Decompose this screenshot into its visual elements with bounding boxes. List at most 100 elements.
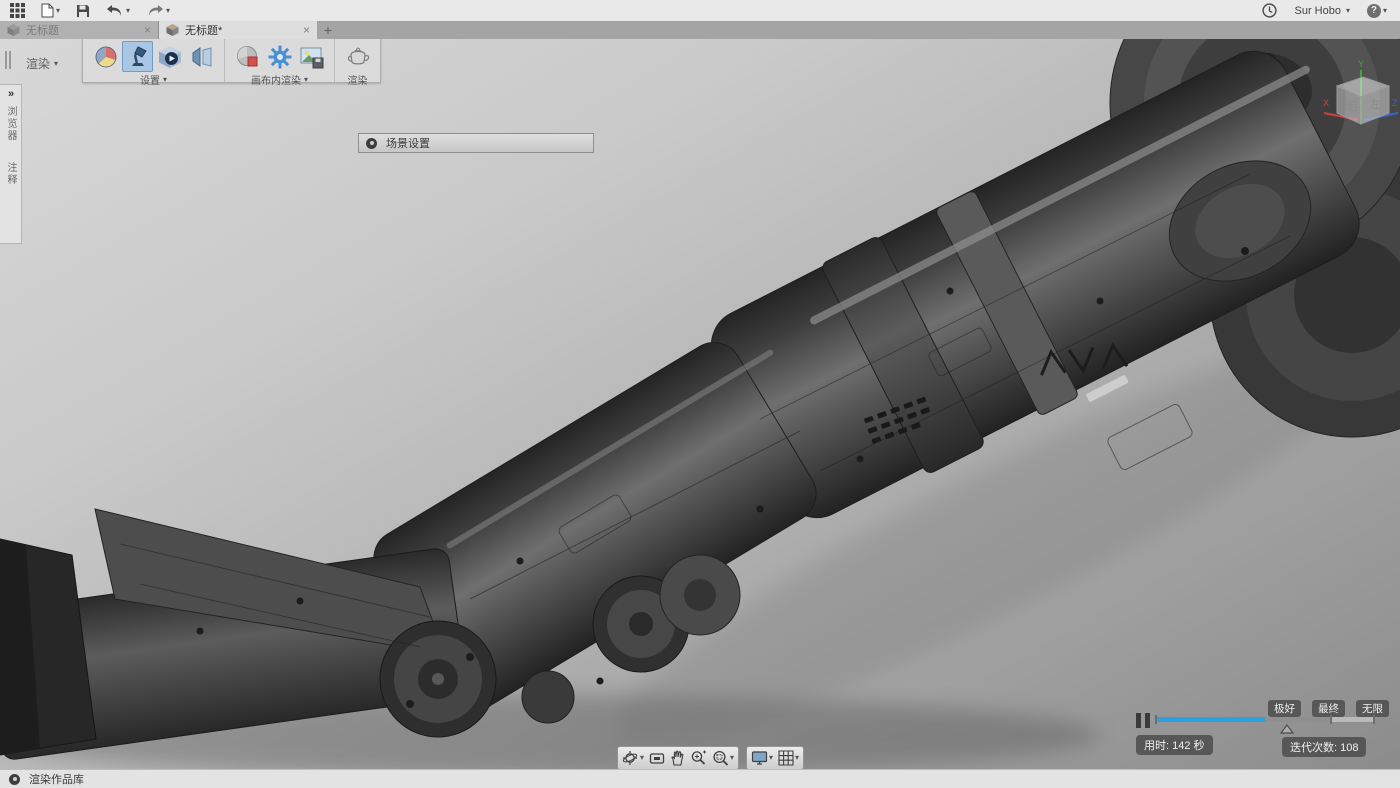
user-name: Sur Hobo	[1294, 5, 1340, 17]
help-caret-icon: ▾	[1383, 7, 1387, 15]
view-cube[interactable]: 后 左 Y X Z	[1322, 56, 1400, 134]
display-settings-button[interactable]: ▾	[750, 750, 774, 766]
display-settings-icon	[751, 750, 768, 766]
display-caret-icon: ▾	[769, 754, 773, 762]
viewcube-face-left: 左	[1370, 98, 1381, 111]
document-cube-icon	[7, 24, 20, 36]
expand-panel-icon[interactable]: »	[8, 88, 13, 100]
nav-panel-display: ▾ ▾	[746, 746, 804, 770]
render-canvas-robot-arm	[0, 39, 1400, 770]
zoom-window-icon	[712, 750, 729, 766]
application-bar: ▾ ▾ ▾ S	[0, 0, 1400, 22]
orbit-icon	[622, 750, 639, 766]
ribbon-group-settings: 设置 ▾	[83, 39, 224, 82]
orbit-caret-icon: ▾	[640, 754, 644, 762]
gear-icon	[268, 45, 292, 69]
app-grid-icon[interactable]	[7, 2, 28, 20]
document-tab-bar: 无标题 × 无标题* × +	[0, 21, 1400, 39]
texture-map-controls-button[interactable]	[186, 41, 217, 72]
capture-image-button[interactable]	[296, 41, 327, 72]
undo-caret-icon[interactable]: ▾	[126, 7, 130, 15]
ribbon-group-render: 渲染	[334, 39, 380, 82]
help-menu[interactable]: ? ▾	[1364, 2, 1390, 20]
decal-button[interactable]	[154, 41, 185, 72]
quality-badge-final[interactable]: 最终	[1312, 700, 1345, 717]
tab-close-icon[interactable]: ×	[303, 24, 310, 36]
tab-close-icon[interactable]: ×	[144, 24, 151, 36]
group-label-settings[interactable]: 设置 ▾	[140, 72, 167, 87]
ribbon-toolbar: 设置 ▾	[82, 39, 381, 83]
zoom-window-button[interactable]: ▾	[711, 750, 735, 766]
workspace-selector[interactable]: 渲染 ▾	[20, 53, 64, 74]
save-button[interactable]	[73, 2, 93, 20]
ribbon-grip-handle[interactable]	[5, 51, 11, 69]
gallery-expand-icon[interactable]	[9, 774, 20, 785]
comments-panel-tab[interactable]: 注释	[3, 162, 18, 186]
quality-badge-excellent[interactable]: 极好	[1268, 700, 1301, 717]
user-menu-caret-icon: ▾	[1346, 7, 1350, 15]
notifications-clock-icon[interactable]	[1259, 2, 1280, 20]
appearance-sphere-icon	[94, 45, 118, 69]
pan-hand-icon	[670, 750, 685, 766]
pan-button[interactable]	[669, 750, 686, 766]
render-progress-bar[interactable]	[1155, 717, 1375, 722]
new-document-tab-button[interactable]: +	[317, 21, 339, 39]
scene-settings-lamp-icon	[126, 45, 150, 69]
workspace-label: 渲染	[26, 55, 50, 72]
browser-panel-tab[interactable]: 浏览器	[3, 106, 18, 142]
in-canvas-render-settings-button[interactable]	[264, 41, 295, 72]
zoom-window-caret-icon: ▾	[730, 754, 734, 762]
appearance-button[interactable]	[90, 41, 121, 72]
group-label-render[interactable]: 渲染	[348, 72, 368, 87]
collapsed-left-panel: » 浏览器 注释	[0, 84, 22, 244]
texture-flip-icon	[190, 45, 214, 69]
file-menu-caret-icon[interactable]: ▾	[56, 7, 60, 15]
gallery-title: 渲染作品库	[29, 771, 84, 787]
tab-title: 无标题	[26, 22, 59, 38]
user-account-menu[interactable]: Sur Hobo ▾	[1294, 5, 1350, 17]
quality-slider-marker[interactable]	[1280, 724, 1294, 734]
look-at-icon	[649, 751, 665, 766]
undo-button[interactable]: ▾	[103, 2, 133, 20]
group-caret-icon: ▾	[163, 76, 167, 84]
navigation-toolbar: ▾	[617, 746, 804, 770]
in-canvas-render-button[interactable]	[232, 41, 263, 72]
viewcube-axis-z: Z	[1392, 98, 1398, 108]
viewcube-face-back: 后	[1347, 100, 1358, 113]
decal-cube-icon	[158, 45, 182, 69]
look-at-button[interactable]	[648, 751, 666, 766]
redo-button[interactable]: ▾	[143, 2, 173, 20]
capture-image-icon	[300, 45, 324, 69]
tab-title: 无标题*	[185, 22, 222, 38]
render-region-icon	[236, 45, 260, 69]
help-icon: ?	[1367, 4, 1381, 18]
document-cube-icon	[166, 24, 179, 36]
grid-icon	[778, 750, 794, 766]
app-bar-right: Sur Hobo ▾ ? ▾	[1259, 2, 1400, 20]
zoom-button[interactable]	[689, 750, 708, 766]
nav-panel-main: ▾	[617, 746, 739, 770]
orbit-button[interactable]: ▾	[621, 750, 645, 766]
render-progress-buffer	[1265, 717, 1331, 722]
render-button[interactable]	[342, 41, 373, 72]
render-teapot-icon	[345, 45, 371, 69]
app-bar-left: ▾ ▾ ▾	[0, 2, 173, 20]
ribbon-group-in-canvas-render: 画布内渲染 ▾	[224, 39, 334, 82]
scene-settings-palette-header[interactable]: 场景设置	[358, 133, 594, 153]
viewcube-axis-y: Y	[1358, 59, 1364, 69]
group-label-in-canvas-render[interactable]: 画布内渲染 ▾	[251, 72, 308, 87]
rendering-gallery-bar[interactable]: 渲染作品库	[0, 769, 1400, 788]
group-caret-icon: ▾	[304, 76, 308, 84]
workspace-caret-icon: ▾	[54, 60, 58, 68]
grid-and-snaps-button[interactable]: ▾	[777, 750, 800, 766]
zoom-icon	[690, 750, 707, 766]
pause-render-button[interactable]	[1136, 713, 1150, 728]
document-tab-1[interactable]: 无标题 ×	[0, 21, 159, 39]
document-tab-2-active[interactable]: 无标题* ×	[159, 21, 317, 39]
file-menu-button[interactable]: ▾	[38, 2, 63, 20]
palette-expand-icon[interactable]	[366, 138, 377, 149]
redo-caret-icon[interactable]: ▾	[166, 7, 170, 15]
scene-settings-button[interactable]	[122, 41, 153, 72]
render-progress-fill	[1155, 717, 1265, 722]
viewport[interactable]: 渲染 ▾	[0, 39, 1400, 770]
